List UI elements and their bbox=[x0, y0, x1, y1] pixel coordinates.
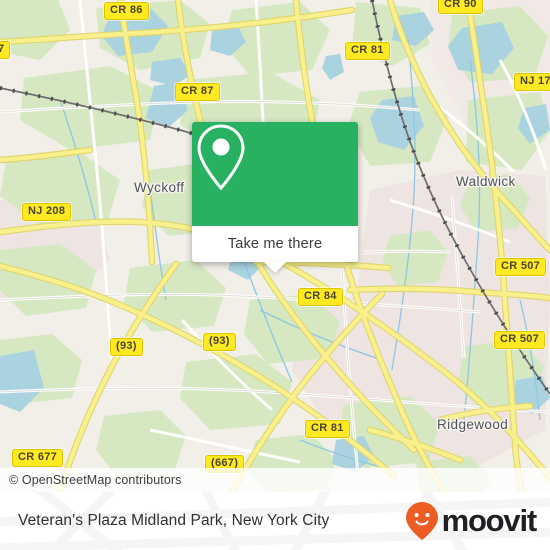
road-shield-nj-208: NJ 208 bbox=[22, 203, 72, 221]
road-shield-cr-81-s: CR 81 bbox=[305, 420, 350, 438]
road-shield-cr-507-s: CR 507 bbox=[494, 331, 546, 349]
road-shield-7: 7 bbox=[0, 41, 11, 59]
map-screen: Wyckoff Waldwick Ridgewood CR 86 CR 81 C… bbox=[0, 0, 550, 550]
road-shield-cr-90: CR 90 bbox=[438, 0, 483, 14]
road-shield-cr-84: CR 84 bbox=[298, 288, 343, 306]
road-shield-93-a: (93) bbox=[203, 333, 236, 351]
take-me-there-button[interactable]: Take me there bbox=[192, 226, 358, 273]
popup-pointer bbox=[264, 262, 286, 273]
road-shield-cr-507-n: CR 507 bbox=[495, 258, 547, 276]
road-shield-cr-87: CR 87 bbox=[175, 83, 220, 101]
page-title: Veteran's Plaza Midland Park, New York C… bbox=[18, 512, 330, 529]
popup-header bbox=[192, 122, 358, 226]
road-shield-cr-81-n: CR 81 bbox=[345, 42, 390, 60]
take-me-there-label: Take me there bbox=[227, 236, 323, 252]
location-pin-icon bbox=[197, 124, 245, 191]
footer-bar: Veteran's Plaza Midland Park, New York C… bbox=[0, 492, 550, 550]
location-popup-card[interactable]: Take me there bbox=[192, 122, 358, 273]
osm-attribution-text[interactable]: © OpenStreetMap contributors bbox=[0, 473, 182, 487]
moovit-wordmark: moovit bbox=[441, 503, 538, 538]
road-shield-cr-86: CR 86 bbox=[104, 2, 149, 20]
road-shield-93-b: (93) bbox=[110, 338, 143, 356]
road-shield-cr-677: CR 677 bbox=[12, 449, 64, 467]
road-shield-nj-17: NJ 17 bbox=[514, 73, 550, 91]
moovit-logo[interactable]: moovit bbox=[405, 492, 538, 550]
map-attribution-bar: © OpenStreetMap contributors bbox=[0, 468, 550, 492]
map-canvas[interactable]: Wyckoff Waldwick Ridgewood CR 86 CR 81 C… bbox=[0, 0, 550, 492]
moovit-smiley-pin-icon bbox=[405, 502, 438, 540]
